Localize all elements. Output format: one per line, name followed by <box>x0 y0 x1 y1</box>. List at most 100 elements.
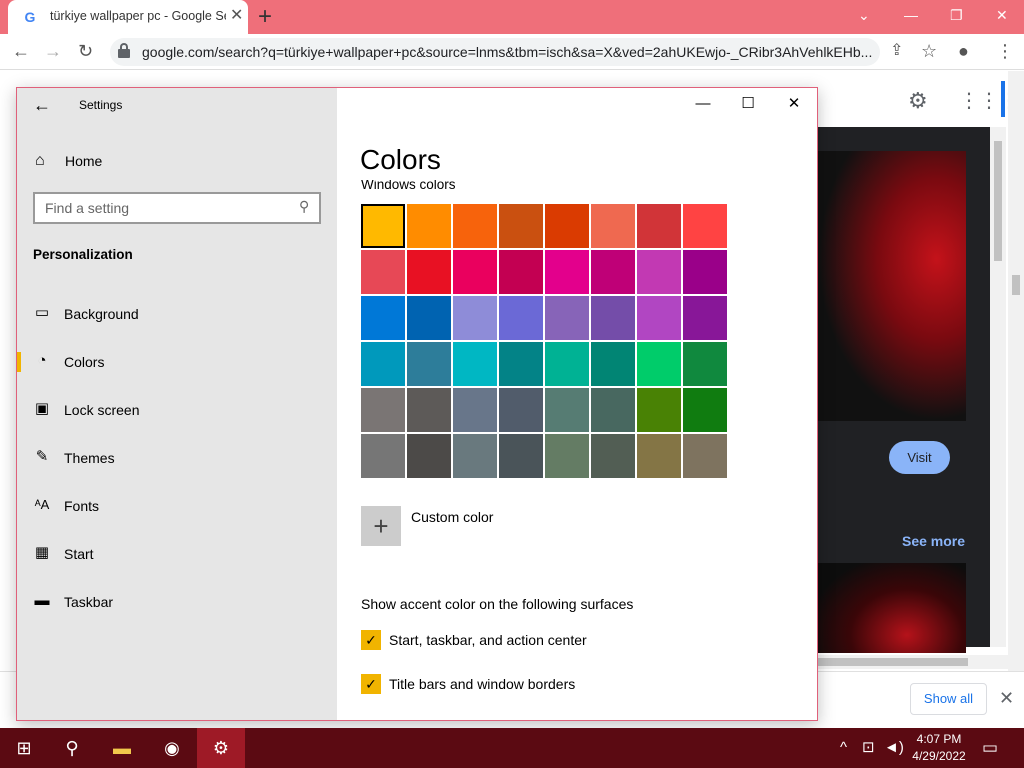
color-swatch[interactable] <box>591 434 635 478</box>
start-taskbar-checkbox[interactable]: ✓ <box>361 630 381 650</box>
settings-app-gear-icon[interactable]: ⚙ <box>197 728 245 768</box>
network-icon[interactable]: ⊡ <box>862 728 875 768</box>
color-swatch[interactable] <box>361 250 405 294</box>
show-all-button[interactable]: Show all <box>910 683 987 715</box>
color-swatch[interactable] <box>591 388 635 432</box>
page-vertical-scrollbar[interactable] <box>1008 71 1024 671</box>
nav-item-colors[interactable]: ◔ Colors <box>17 342 337 382</box>
back-arrow-icon[interactable]: ← <box>12 40 30 62</box>
color-swatch[interactable] <box>683 204 727 248</box>
color-swatch[interactable] <box>637 250 681 294</box>
related-image[interactable] <box>818 563 966 653</box>
chrome-icon[interactable]: ◉ <box>148 728 196 768</box>
tray-chevron-up-icon[interactable]: ^ <box>840 728 847 768</box>
find-setting-search[interactable]: ⚲ <box>33 192 321 224</box>
taskbar-clock[interactable]: 4:07 PM 4/29/2022 <box>908 731 970 765</box>
color-swatch[interactable] <box>683 388 727 432</box>
browser-minimize-icon[interactable]: — <box>904 4 918 26</box>
color-swatch[interactable] <box>453 388 497 432</box>
browser-tab[interactable]: G türkiye wallpaper pc - Google Se ✕ <box>8 0 248 34</box>
color-swatch[interactable] <box>637 204 681 248</box>
custom-color-label[interactable]: Custom color <box>411 509 493 525</box>
color-swatch[interactable] <box>545 250 589 294</box>
color-swatch[interactable] <box>591 250 635 294</box>
color-swatch[interactable] <box>499 204 543 248</box>
color-swatch[interactable] <box>545 434 589 478</box>
color-swatch[interactable] <box>499 342 543 386</box>
search-icon[interactable]: ⚲ <box>299 198 309 215</box>
color-swatch[interactable] <box>683 250 727 294</box>
nav-item-themes[interactable]: ✎ Themes <box>17 438 337 478</box>
start-taskbar-checkbox-label[interactable]: Start, taskbar, and action center <box>389 632 587 648</box>
color-swatch[interactable] <box>591 204 635 248</box>
bookmark-star-icon[interactable]: ☆ <box>921 40 937 62</box>
color-swatch[interactable] <box>407 250 451 294</box>
color-swatch[interactable] <box>545 296 589 340</box>
color-swatch[interactable] <box>453 296 497 340</box>
color-swatch[interactable] <box>407 342 451 386</box>
nav-item-start[interactable]: ▦ Start <box>17 534 337 574</box>
color-swatch[interactable] <box>637 388 681 432</box>
color-swatch[interactable] <box>545 388 589 432</box>
color-swatch[interactable] <box>453 342 497 386</box>
settings-back-icon[interactable]: ← <box>33 94 51 116</box>
notifications-icon[interactable]: ▭ <box>982 728 998 768</box>
taskbar-search-icon[interactable]: ⚲ <box>48 728 96 768</box>
browser-menu-icon[interactable]: ⋮ <box>996 40 1014 62</box>
settings-minimize-icon[interactable]: — <box>691 92 715 116</box>
color-swatch[interactable] <box>361 388 405 432</box>
color-swatch[interactable] <box>683 342 727 386</box>
tab-search-icon[interactable]: ⌄ <box>858 4 870 26</box>
profile-avatar-icon[interactable]: ● <box>958 40 969 62</box>
browser-restore-icon[interactable]: ❐ <box>950 4 963 26</box>
color-swatch[interactable] <box>591 342 635 386</box>
reload-icon[interactable]: ↻ <box>78 40 93 62</box>
color-swatch[interactable] <box>591 296 635 340</box>
nav-item-background[interactable]: ▭ Background <box>17 294 337 334</box>
color-swatch[interactable] <box>407 388 451 432</box>
color-swatch[interactable] <box>637 342 681 386</box>
new-tab-icon[interactable]: + <box>258 4 272 30</box>
color-swatch[interactable] <box>499 250 543 294</box>
nav-item-lock-screen[interactable]: ▣ Lock screen <box>17 390 337 430</box>
file-explorer-icon[interactable]: ▬ <box>98 728 146 768</box>
forward-arrow-icon[interactable]: → <box>44 40 62 62</box>
color-swatch[interactable] <box>637 434 681 478</box>
color-swatch[interactable] <box>407 434 451 478</box>
color-swatch[interactable] <box>499 388 543 432</box>
windows-start-icon[interactable]: ⊞ <box>0 728 48 768</box>
title-bars-checkbox-label[interactable]: Title bars and window borders <box>389 676 575 692</box>
color-swatch[interactable] <box>407 296 451 340</box>
visit-button[interactable]: Visit <box>889 441 950 474</box>
nav-item-taskbar[interactable]: ▬ Taskbar <box>17 582 337 622</box>
title-bars-checkbox[interactable]: ✓ <box>361 674 381 694</box>
volume-icon[interactable]: ◄) <box>884 728 904 768</box>
nav-item-fonts[interactable]: ᴬA Fonts <box>17 486 337 526</box>
color-swatch[interactable] <box>637 296 681 340</box>
color-swatch[interactable] <box>407 204 451 248</box>
panel-vertical-scrollbar[interactable] <box>990 127 1006 647</box>
color-swatch[interactable] <box>453 250 497 294</box>
browser-close-icon[interactable]: ✕ <box>996 4 1008 26</box>
panel-horizontal-scrollbar[interactable] <box>818 655 1008 669</box>
preview-image[interactable] <box>818 151 966 421</box>
color-swatch[interactable] <box>545 204 589 248</box>
see-more-link[interactable]: See more <box>902 533 965 549</box>
color-swatch[interactable] <box>453 434 497 478</box>
custom-color-add-icon[interactable]: + <box>361 506 401 546</box>
color-swatch[interactable] <box>545 342 589 386</box>
lock-icon[interactable] <box>118 43 130 59</box>
tab-close-icon[interactable]: ✕ <box>230 8 243 24</box>
color-swatch[interactable] <box>361 434 405 478</box>
share-icon[interactable]: ⇪ <box>890 40 903 62</box>
settings-close-icon[interactable]: ✕ <box>782 92 806 116</box>
settings-maximize-icon[interactable]: ☐ <box>736 92 760 116</box>
color-swatch[interactable] <box>361 296 405 340</box>
color-swatch[interactable] <box>361 342 405 386</box>
color-swatch[interactable] <box>499 434 543 478</box>
color-swatch[interactable] <box>683 434 727 478</box>
address-bar[interactable]: google.com/search?q=türkiye+wallpaper+pc… <box>110 38 880 66</box>
color-swatch[interactable] <box>361 204 405 248</box>
color-swatch[interactable] <box>499 296 543 340</box>
color-swatch[interactable] <box>683 296 727 340</box>
